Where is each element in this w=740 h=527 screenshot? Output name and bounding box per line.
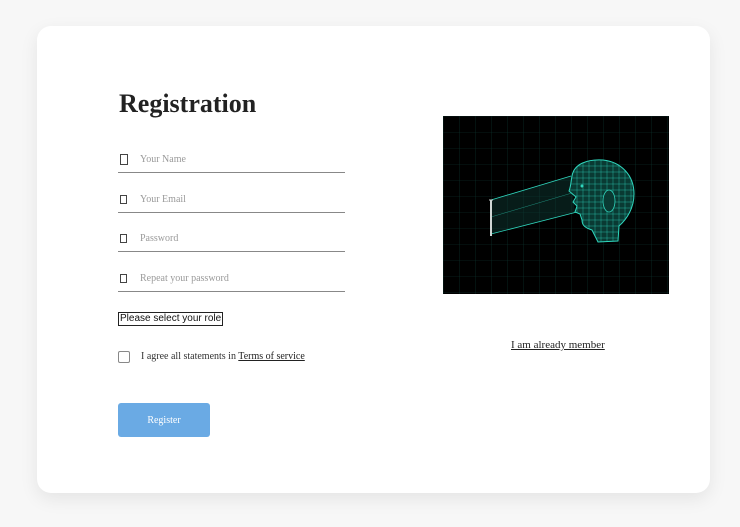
email-icon: [120, 195, 127, 204]
repeat-password-input[interactable]: [140, 271, 340, 285]
agree-label: I agree all statements in Terms of servi…: [141, 351, 305, 363]
page-title: Registration: [119, 89, 257, 118]
terms-of-service-link[interactable]: Terms of service: [238, 351, 305, 362]
already-member-link[interactable]: I am already member: [511, 339, 605, 351]
password-input[interactable]: [140, 231, 340, 245]
email-input[interactable]: [140, 192, 340, 206]
agree-checkbox[interactable]: [118, 351, 130, 363]
email-field: [118, 192, 345, 213]
repeat-password-field: [118, 271, 345, 292]
register-button[interactable]: Register: [118, 403, 210, 437]
role-select[interactable]: Please select your role: [118, 312, 224, 326]
registration-card: Registration Please select your role I a…: [37, 26, 710, 493]
password-field: [118, 231, 345, 252]
wireframe-head-scan-icon: [443, 116, 669, 294]
face-scan-image: [443, 116, 669, 294]
lock-icon: [120, 234, 127, 243]
user-icon: [120, 154, 128, 165]
agree-text: I agree all statements in: [141, 351, 236, 362]
lock-outline-icon: [120, 274, 127, 283]
name-field: [118, 152, 345, 173]
name-input[interactable]: [140, 152, 340, 166]
